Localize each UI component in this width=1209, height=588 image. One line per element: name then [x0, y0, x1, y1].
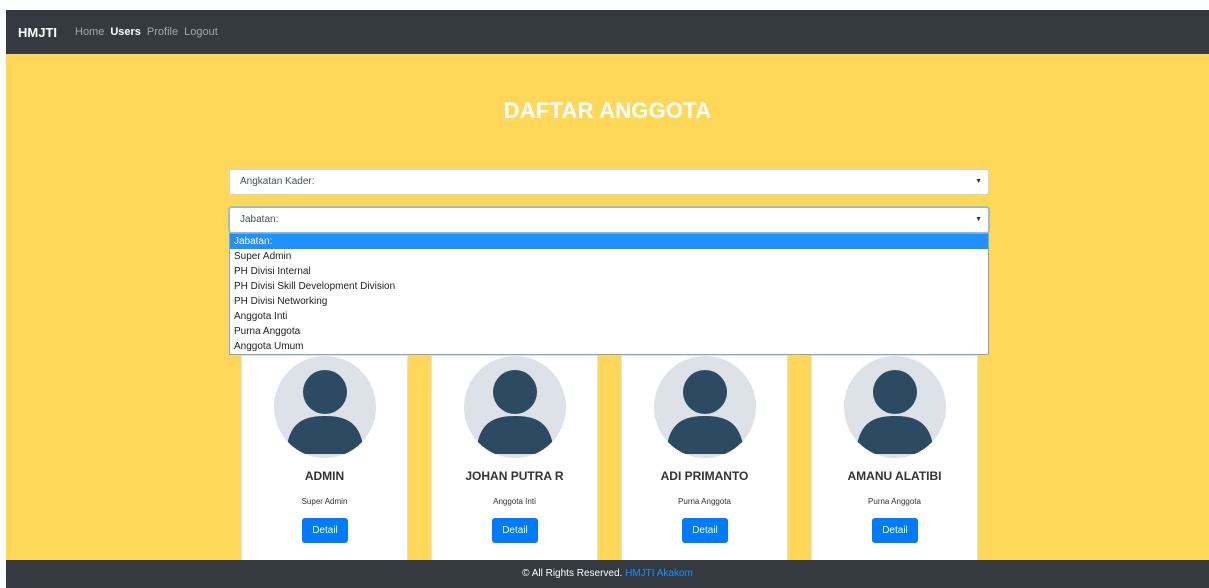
jabatan-select-value: Jabatan:: [240, 214, 279, 225]
jabatan-option[interactable]: Super Admin: [230, 249, 988, 264]
member-role: Purna Anggota: [868, 497, 921, 506]
avatar: [274, 356, 376, 458]
dropdown-caret-icon: ▼: [975, 178, 982, 185]
member-card: JOHAN PUTRA R Anggota Inti Detail: [431, 355, 598, 588]
top-navbar: HMJTI Home Users Profile Logout: [6, 10, 1209, 54]
nav-logout[interactable]: Logout: [184, 26, 218, 38]
member-role: Purna Anggota: [678, 497, 731, 506]
member-name: ADI PRIMANTO: [660, 469, 749, 483]
detail-button[interactable]: Detail: [302, 518, 348, 543]
avatar: [844, 356, 946, 458]
jabatan-option[interactable]: Purna Anggota: [230, 324, 988, 339]
member-role: Super Admin: [301, 497, 348, 506]
footer: © All Rights Reserved. HMJTI Akakom: [6, 560, 1209, 588]
avatar: [654, 356, 756, 458]
avatar: [464, 356, 566, 458]
member-role: Anggota Inti: [493, 497, 536, 506]
angkatan-select-value: Angkatan Kader:: [240, 176, 315, 187]
jabatan-option[interactable]: PH Divisi Internal: [230, 264, 988, 279]
user-silhouette-icon: [666, 370, 744, 454]
member-card: ADI PRIMANTO Purna Anggota Detail: [621, 355, 788, 588]
footer-copyright: © All Rights Reserved.: [522, 568, 623, 579]
detail-button[interactable]: Detail: [872, 518, 918, 543]
member-name: JOHAN PUTRA R: [465, 469, 564, 483]
brand-logo[interactable]: HMJTI: [18, 25, 57, 40]
user-silhouette-icon: [476, 370, 554, 454]
nav-users[interactable]: Users: [110, 26, 141, 38]
page-frame: HMJTI Home Users Profile Logout DAFTAR A…: [6, 10, 1209, 588]
jabatan-option[interactable]: Jabatan:: [230, 234, 988, 249]
jabatan-select[interactable]: Jabatan: ▼: [229, 207, 989, 233]
jabatan-dropdown-list: Jabatan: Super Admin PH Divisi Internal …: [229, 233, 989, 355]
angkatan-select[interactable]: Angkatan Kader: ▼: [229, 169, 989, 195]
nav-home[interactable]: Home: [75, 26, 104, 38]
jabatan-option[interactable]: PH Divisi Networking: [230, 294, 988, 309]
user-silhouette-icon: [856, 370, 934, 454]
dropdown-caret-icon: ▼: [975, 216, 982, 223]
member-name: ADMIN: [304, 469, 345, 483]
member-card: AMANU ALATIBI Purna Anggota Detail: [811, 355, 978, 588]
user-silhouette-icon: [286, 370, 364, 454]
member-card: ADMIN Super Admin Detail: [241, 355, 408, 588]
detail-button[interactable]: Detail: [682, 518, 728, 543]
jabatan-option[interactable]: Anggota Inti: [230, 309, 988, 324]
page-title: DAFTAR ANGGOTA: [503, 98, 712, 123]
footer-link[interactable]: HMJTI Akakom: [625, 568, 693, 579]
member-name: AMANU ALATIBI: [847, 469, 942, 483]
detail-button[interactable]: Detail: [492, 518, 538, 543]
nav-profile[interactable]: Profile: [147, 26, 178, 38]
jabatan-option[interactable]: Anggota Umum: [230, 339, 988, 354]
jabatan-option[interactable]: PH Divisi Skill Development Division: [230, 279, 988, 294]
